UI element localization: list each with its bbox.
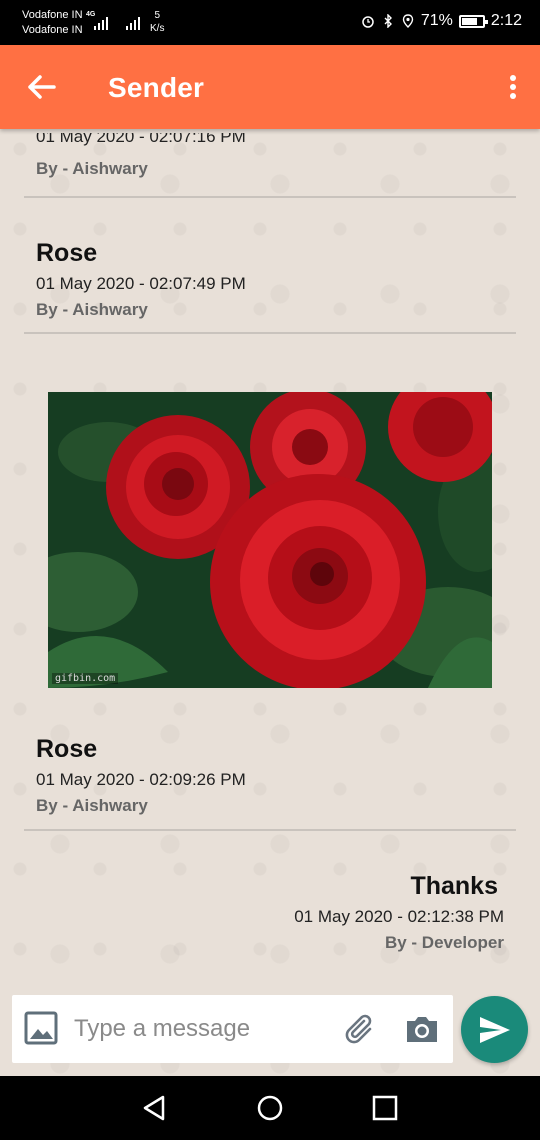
- message-author: By - Developer: [384, 933, 504, 952]
- page-title: Sender: [108, 72, 205, 103]
- nav-home-icon[interactable]: [254, 1092, 286, 1124]
- carrier-name-1: Vodafone IN: [22, 9, 83, 21]
- send-icon: [479, 1016, 510, 1043]
- network-speed-value: 5: [154, 10, 160, 21]
- network-speed-unit: K/s: [150, 23, 165, 34]
- message-image-roses[interactable]: gifbin.com: [48, 392, 492, 688]
- system-navigation-bar: [0, 1076, 540, 1140]
- alarm-icon: [362, 16, 374, 28]
- message-input-container: [12, 995, 453, 1063]
- battery-percent: 71%: [420, 12, 453, 29]
- message-item-outgoing[interactable]: Thanks 01 May 2020 - 02:12:38 PM By - De…: [24, 872, 516, 953]
- message-divider: [24, 332, 516, 334]
- nav-recents-icon[interactable]: [369, 1092, 401, 1124]
- signal-strength-icon-2: [126, 14, 140, 30]
- image-watermark: gifbin.com: [52, 673, 119, 684]
- bluetooth-icon: [384, 14, 392, 28]
- send-button[interactable]: [461, 996, 528, 1063]
- paperclip-icon[interactable]: [340, 1009, 380, 1049]
- message-title: Thanks: [410, 872, 498, 900]
- image-icon[interactable]: [24, 1011, 58, 1045]
- message-divider: [24, 196, 516, 198]
- message-title: Rose: [36, 735, 98, 763]
- roses-image: [48, 392, 492, 688]
- network-speed: 5 K/s: [150, 9, 164, 35]
- message-title: Rose: [36, 239, 98, 267]
- app-bar: Sender: [0, 45, 540, 129]
- message-timestamp: 01 May 2020 - 02:09:26 PM: [36, 770, 246, 789]
- chat-message-list[interactable]: 01 May 2020 - 02:07:16 PM By - Aishwary …: [0, 129, 540, 1076]
- more-options-icon[interactable]: [506, 71, 520, 103]
- message-input[interactable]: [74, 1009, 334, 1049]
- message-composer: [0, 993, 540, 1075]
- message-item[interactable]: 01 May 2020 - 02:07:16 PM By - Aishwary: [24, 133, 516, 179]
- message-timestamp: 01 May 2020 - 02:07:16 PM: [36, 133, 246, 146]
- camera-icon[interactable]: [402, 1009, 442, 1049]
- message-author: By - Aishwary: [36, 300, 148, 319]
- message-divider: [24, 829, 516, 831]
- message-timestamp: 01 May 2020 - 02:12:38 PM: [294, 907, 504, 926]
- message-item[interactable]: Rose 01 May 2020 - 02:07:49 PM By - Aish…: [24, 239, 516, 320]
- status-bar: Vodafone IN Vodafone IN 4G 5 K/s 71% 2:1…: [0, 0, 540, 45]
- message-item[interactable]: Rose 01 May 2020 - 02:09:26 PM By - Aish…: [24, 735, 516, 816]
- message-author: By - Aishwary: [36, 159, 148, 178]
- carrier-name-2: Vodafone IN: [22, 24, 83, 36]
- message-author: By - Aishwary: [36, 796, 148, 815]
- clock: 2:12: [490, 12, 522, 29]
- message-timestamp: 01 May 2020 - 02:07:49 PM: [36, 274, 246, 293]
- battery-icon: [458, 14, 488, 28]
- signal-strength-icon: [94, 14, 108, 30]
- nav-back-icon[interactable]: [139, 1092, 171, 1124]
- back-arrow-icon[interactable]: [22, 69, 60, 105]
- location-icon: [402, 14, 414, 28]
